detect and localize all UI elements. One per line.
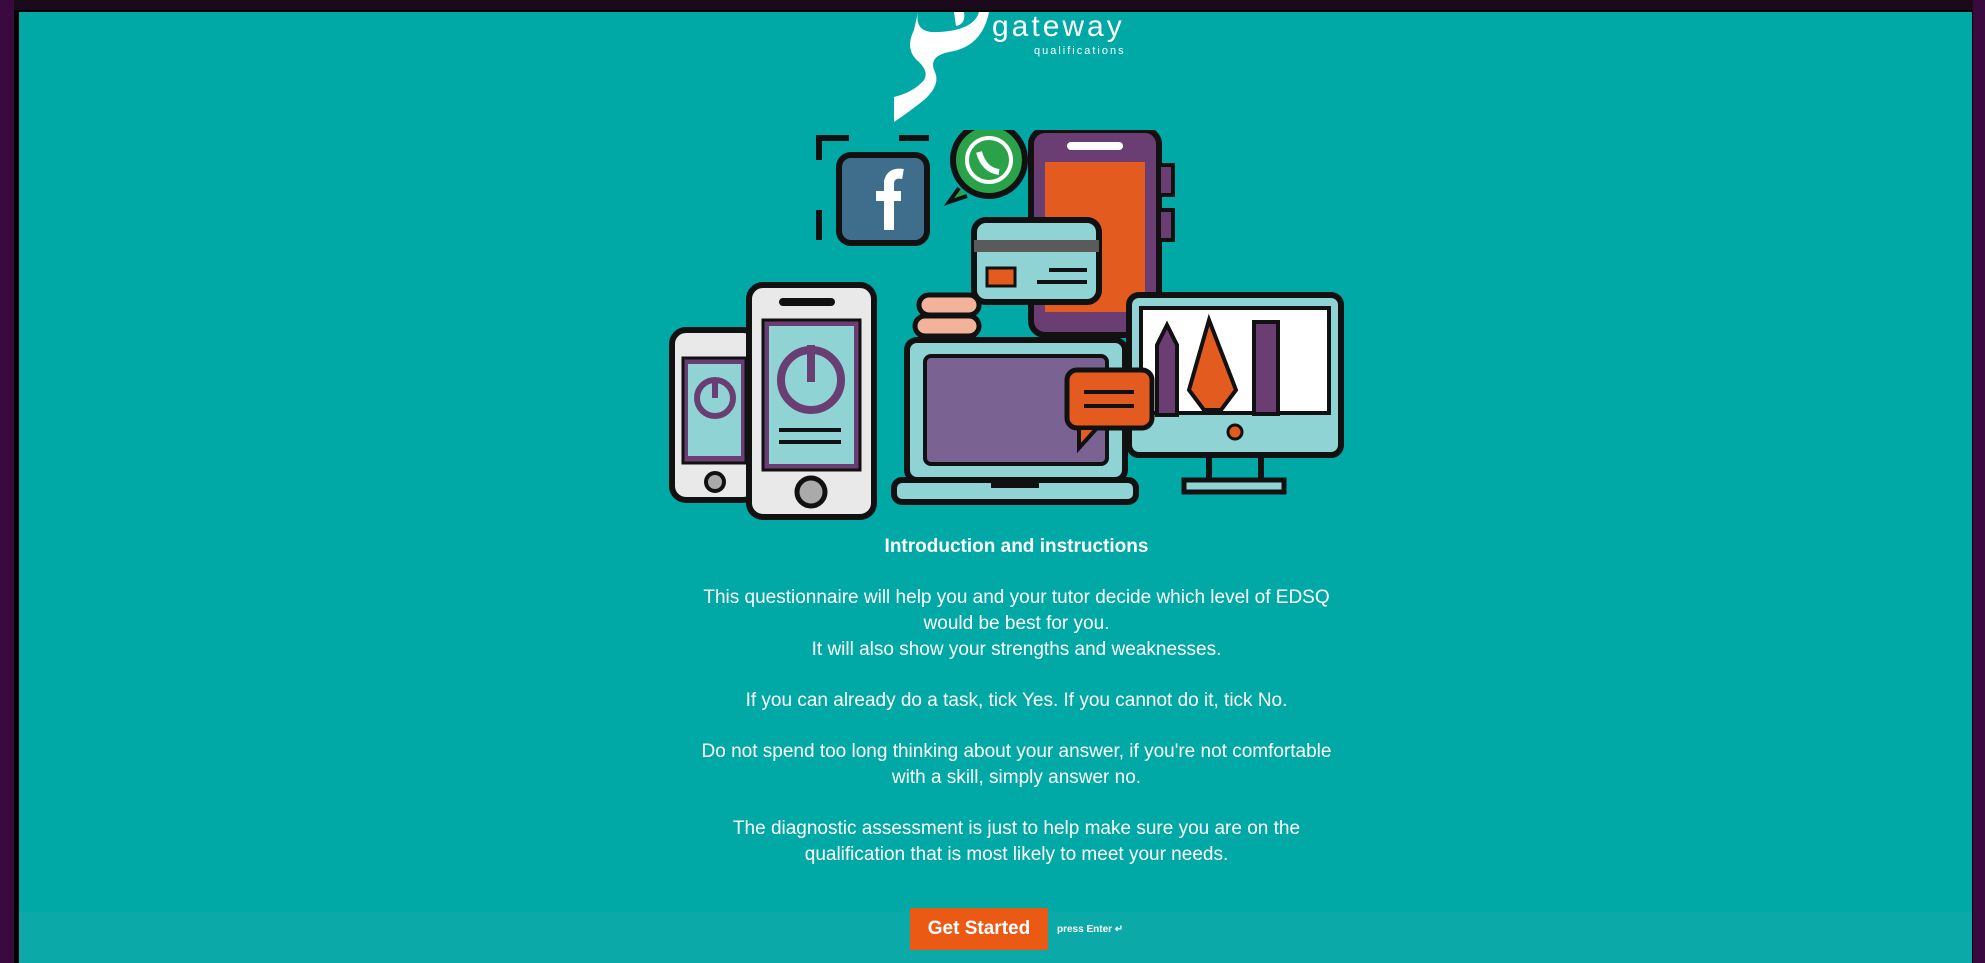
intro-paragraph-2: If you can already do a task, tick Yes. … [745, 690, 1288, 711]
intro-line: The diagnostic assessment is just to hel… [732, 818, 1301, 839]
phone-small-icon [669, 327, 760, 503]
facebook-icon [836, 152, 930, 246]
logo-tagline: qualifications [1034, 45, 1126, 57]
intro-line: qualification that is most likely to mee… [804, 844, 1229, 865]
window-left-border [0, 0, 14, 963]
window-right-border [1973, 0, 1985, 963]
intro-section: Introduction and instructions This quest… [579, 534, 1454, 893]
intro-line: This questionnaire will help you and you… [703, 587, 1330, 608]
intro-line: with a skill, simply answer no. [891, 767, 1142, 788]
intro-line: would be best for you. [923, 613, 1110, 634]
welcome-screen: gateway qualifications Introduction and … [19, 12, 1972, 963]
intro-paragraph-4: The diagnostic assessment is just to hel… [579, 816, 1454, 868]
gateway-logo: gateway qualifications [874, 12, 1154, 137]
monitor-icon [1126, 292, 1344, 495]
whatsapp-icon [943, 130, 1028, 206]
intro-line: It will also show your strengths and wea… [811, 639, 1222, 660]
intro-paragraph-3: Do not spend too long thinking about you… [579, 739, 1454, 791]
devices-illustration [669, 130, 1344, 520]
intro-line: Do not spend too long thinking about you… [701, 741, 1332, 762]
intro-heading: Introduction and instructions [884, 536, 1149, 557]
get-started-button[interactable]: Get Started [910, 908, 1048, 950]
press-enter-hint: press Enter ↵ [1057, 924, 1124, 935]
logo-wordmark: gateway [992, 12, 1125, 43]
window-top-border [0, 0, 1985, 10]
intro-paragraph-1: This questionnaire will help you and you… [579, 585, 1454, 663]
phone-main-icon [746, 282, 877, 520]
credit-card-icon [971, 217, 1102, 305]
